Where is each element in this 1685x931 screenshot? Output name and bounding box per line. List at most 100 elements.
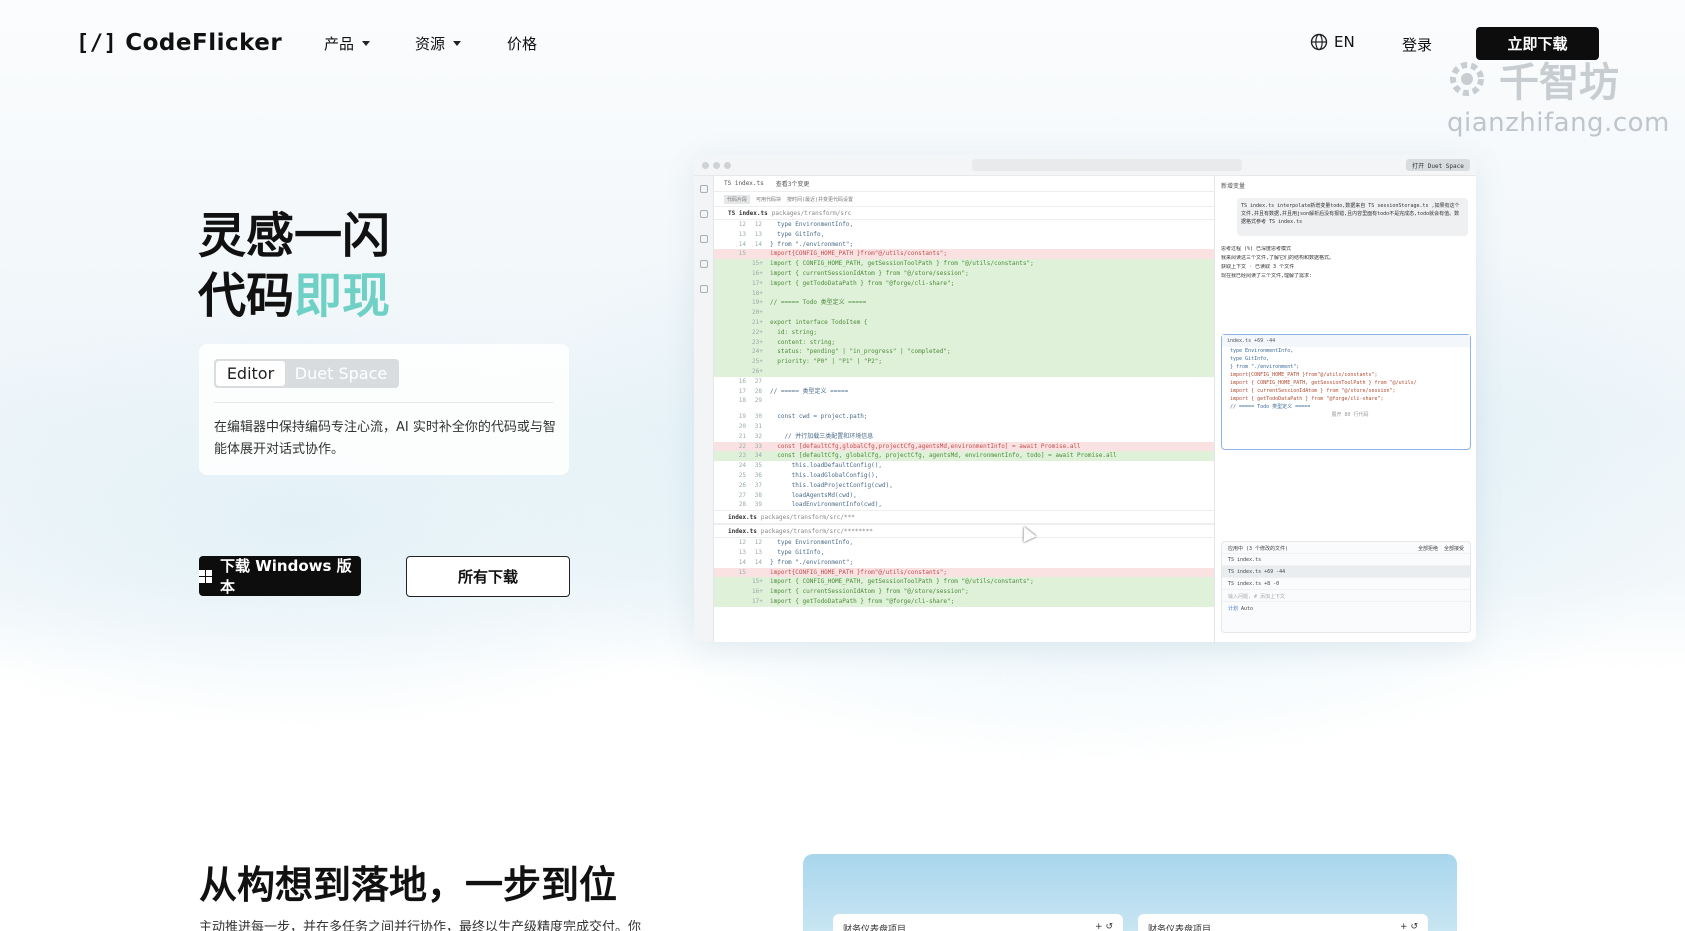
line-number: 16+ xyxy=(752,588,763,596)
nav-item-pricing[interactable]: 价格 xyxy=(507,33,537,54)
section-title: 从构想到落地，一步到位 xyxy=(199,863,618,907)
line-number xyxy=(714,269,752,279)
model-chip: Auto xyxy=(1241,606,1254,612)
line-number: 31 xyxy=(754,422,762,430)
code-line: import{CONFIG_HOME_PATH }from"@/utils/co… xyxy=(1230,372,1378,378)
line-number: 13 xyxy=(754,230,762,238)
hero-title-line2: 代码即现 xyxy=(198,266,390,326)
code-line: } from "./environment"; xyxy=(1230,364,1300,370)
line-number: 15 xyxy=(738,568,746,576)
file-path: packages/transform/src/******** xyxy=(760,527,873,535)
code-line: 16+ import { currentSessionIdAtom } from … xyxy=(714,268,1214,279)
code-text: type GitInfo, xyxy=(770,548,825,556)
section-description: 主动推进每一步，并在多任务之间并行协作，最终以生产级精度完成交付。你 xyxy=(199,920,642,931)
line-number: 25 xyxy=(738,471,746,479)
logo-text: CodeFlicker xyxy=(125,30,283,56)
language-switch[interactable]: EN xyxy=(1310,33,1355,51)
code-line: 12 12 type EnvironmentInfo, xyxy=(714,220,1214,230)
logo[interactable]: [/] CodeFlicker xyxy=(76,30,282,56)
debug-icon xyxy=(699,260,708,268)
window-dot xyxy=(713,162,720,169)
code-text: type EnvironmentInfo, xyxy=(770,539,854,547)
code-line: 23+ content: string; xyxy=(714,337,1214,348)
code-text: this.loadProjectConfig(cwd), xyxy=(770,481,893,489)
code-text: type GitInfo, xyxy=(770,230,825,238)
line-number: 15+ xyxy=(752,578,763,586)
chat-line: 现在我已经阅读了三个文件,理解了需求: xyxy=(1221,273,1313,279)
chat-input-toolbar: 计划 Auto xyxy=(1222,602,1470,614)
line-number: 17+ xyxy=(752,279,763,287)
line-number: 14 xyxy=(754,240,762,248)
all-downloads-button[interactable]: 所有下载 xyxy=(406,556,570,597)
editor-tab: TS index.ts xyxy=(724,180,764,187)
code-line: 14 14} from "./environment"; xyxy=(714,558,1214,568)
open-duet-button: 打开 Duet Space xyxy=(1406,159,1470,171)
chat-line: 获取上下文 · 已读取 3 个文件 xyxy=(1221,264,1295,270)
code-line: 15+ import { CONFIG_HOME_PATH, getSession… xyxy=(714,259,1214,269)
code-line: 15 import{CONFIG_HOME_PATH }from"@/utils/… xyxy=(714,567,1214,578)
code-line: 26 37 this.loadProjectConfig(cwd), xyxy=(714,481,1214,491)
code-text: import { CONFIG_HOME_PATH, getSessionToo… xyxy=(770,578,1034,586)
line-number: 20 xyxy=(738,422,746,430)
file-name: TS index.ts xyxy=(728,209,768,217)
chat-header: 新增变量 xyxy=(1221,183,1246,190)
download-windows-button[interactable]: 下载 Windows 版本 xyxy=(199,556,361,596)
code-line: 24+ status: "pending" | "in_progress" | … xyxy=(714,347,1214,358)
project-card-title: 财务仪表盘项目 xyxy=(1148,925,1212,931)
accept-all-button: 全部接受 xyxy=(1443,546,1464,552)
line-number: 12 xyxy=(738,221,746,228)
pending-header: 应用中 (3 个修改的文件) 全部接受 全部拒绝 xyxy=(1222,542,1470,554)
line-number: 28 xyxy=(754,387,762,395)
line-number xyxy=(714,328,752,338)
line-number xyxy=(714,308,752,318)
code-line: 17+ import { getTodoDataPath } from "@for… xyxy=(714,278,1214,289)
mode-card: Editor Duet Space 在编辑器中保持编码专注心流，AI 实时补全你… xyxy=(199,344,569,475)
window-dot xyxy=(702,162,709,169)
line-number xyxy=(714,259,752,269)
top-nav: [/] CodeFlicker 产品 资源 价格 EN 登录 立即下载 xyxy=(0,0,1685,88)
line-number xyxy=(714,298,752,308)
line-number: 22 xyxy=(738,442,746,450)
search-icon xyxy=(699,210,708,218)
line-number: 27 xyxy=(738,491,746,499)
line-number: 17+ xyxy=(752,597,763,605)
line-number: 15 xyxy=(738,250,746,258)
line-number: 12 xyxy=(738,539,746,547)
gear-icon xyxy=(1450,62,1484,96)
segment-duet-space[interactable]: Duet Space xyxy=(285,361,397,386)
line-number xyxy=(714,289,752,299)
line-number: 36 xyxy=(754,471,762,479)
hero-title-plain: 代码 xyxy=(198,268,295,324)
line-number xyxy=(714,318,752,328)
line-number: 15+ xyxy=(752,260,763,268)
code-text: export interface TodoItem { xyxy=(770,318,868,326)
code-line: 13 13 type GitInfo, xyxy=(714,548,1214,558)
code-line: 20 31 xyxy=(714,422,1214,432)
code-line: 22+ id: string; xyxy=(714,327,1214,338)
line-number: 39 xyxy=(754,501,762,509)
line-number: 18 xyxy=(738,397,746,405)
code-text: const [defaultCfg,globalCfg,projectCfg,a… xyxy=(770,442,1081,450)
chat-panel: 新增变量 TS index.ts interpolate新增变量todo,数据来… xyxy=(1214,176,1476,642)
files-icon xyxy=(699,185,708,193)
divider xyxy=(214,402,553,403)
project-card: 财务仪表盘项目 + ↺ xyxy=(833,914,1123,931)
code-block: 19 30 const cwd = project.path; 20 31 21 32 /… xyxy=(714,412,1214,510)
login-link[interactable]: 登录 xyxy=(1402,34,1432,55)
line-number: 33 xyxy=(754,442,762,450)
line-number: 28 xyxy=(738,501,746,509)
line-number: 20+ xyxy=(752,309,763,317)
code-line: 15 import{CONFIG_HOME_PATH }from"@/utils/… xyxy=(714,249,1214,260)
code-line: 25+ priority: "P0" | "P1" | "P2"; xyxy=(714,357,1214,367)
code-line: 21 32 // 并行加载三类配置和环境信息 xyxy=(714,432,1214,442)
line-number: 27 xyxy=(754,377,762,385)
segment-editor[interactable]: Editor xyxy=(216,361,285,386)
diff-subtabs: 代码片段 可用代码块 按时间(最近)并变更代码设置 xyxy=(714,192,1214,206)
file-path: packages/transform/src xyxy=(771,209,852,217)
code-text: loadEnvironmentInfo(cwd), xyxy=(770,501,882,509)
code-text: import { getTodoDataPath } from "@forge/… xyxy=(770,279,955,287)
nav-item-resources[interactable]: 资源 xyxy=(415,33,462,54)
nav-item-product[interactable]: 产品 xyxy=(324,33,371,54)
